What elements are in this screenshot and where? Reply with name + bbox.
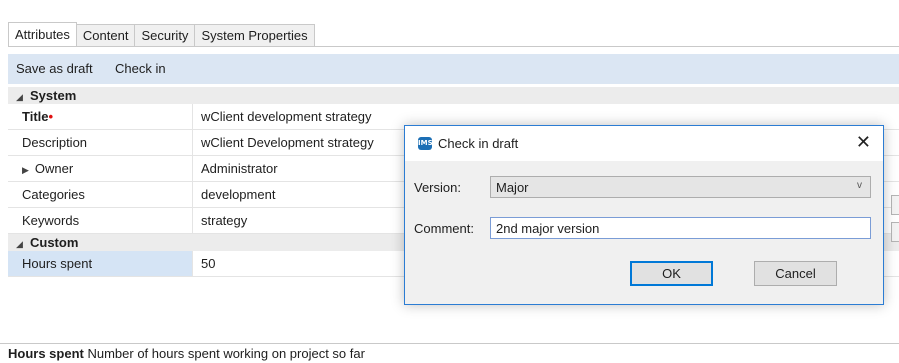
field-label: Description: [22, 135, 88, 150]
comment-label: Comment:: [414, 221, 474, 236]
group-label: System: [30, 88, 77, 103]
expand-icon[interactable]: ▶: [22, 165, 29, 175]
description-field-name: Hours spent: [8, 346, 84, 361]
dialog-title: Check in draft: [438, 136, 519, 151]
tab-attributes[interactable]: Attributes: [8, 22, 77, 47]
comment-input[interactable]: [490, 217, 871, 239]
tab-system-properties[interactable]: System Properties: [194, 24, 315, 47]
description-bar: Hours spent Number of hours spent workin…: [8, 346, 365, 361]
app-icon: IMS: [418, 137, 433, 150]
save-as-draft-button[interactable]: Save as draft: [16, 61, 93, 76]
close-icon[interactable]: ✕: [856, 133, 871, 153]
required-marker: •: [48, 109, 54, 124]
check-in-dialog: IMS Check in draft ✕ Version: Major v Co…: [404, 125, 884, 305]
description-divider: [0, 343, 899, 344]
field-label: ▶ Owner: [22, 161, 74, 176]
tab-divider: [8, 46, 899, 47]
description-text: Number of hours spent working on project…: [87, 346, 365, 361]
chevron-down-icon: v: [857, 180, 862, 191]
version-label: Version:: [414, 180, 461, 195]
tab-content[interactable]: Content: [75, 24, 136, 47]
ok-button[interactable]: OK: [630, 261, 713, 286]
field-label: Categories: [22, 187, 85, 202]
dialog-title-bar: IMS Check in draft ✕: [405, 126, 883, 161]
tab-security[interactable]: Security: [134, 24, 196, 47]
version-select[interactable]: Major v: [490, 176, 871, 198]
field-label: Hours spent: [8, 251, 192, 276]
cancel-button[interactable]: Cancel: [754, 261, 837, 286]
group-label: Custom: [30, 235, 79, 250]
version-value: Major: [496, 180, 529, 195]
field-label: Keywords: [22, 213, 80, 228]
keywords-dropdown-button[interactable]: [891, 222, 899, 242]
check-in-button[interactable]: Check in: [115, 61, 166, 76]
group-system[interactable]: ◢ System: [8, 87, 899, 104]
categories-dropdown-button[interactable]: [891, 195, 899, 215]
toolbar: Save as draft Check in: [8, 54, 899, 84]
field-label: Title•: [22, 109, 54, 124]
tab-bar: Attributes Content Security System Prope…: [8, 22, 315, 47]
